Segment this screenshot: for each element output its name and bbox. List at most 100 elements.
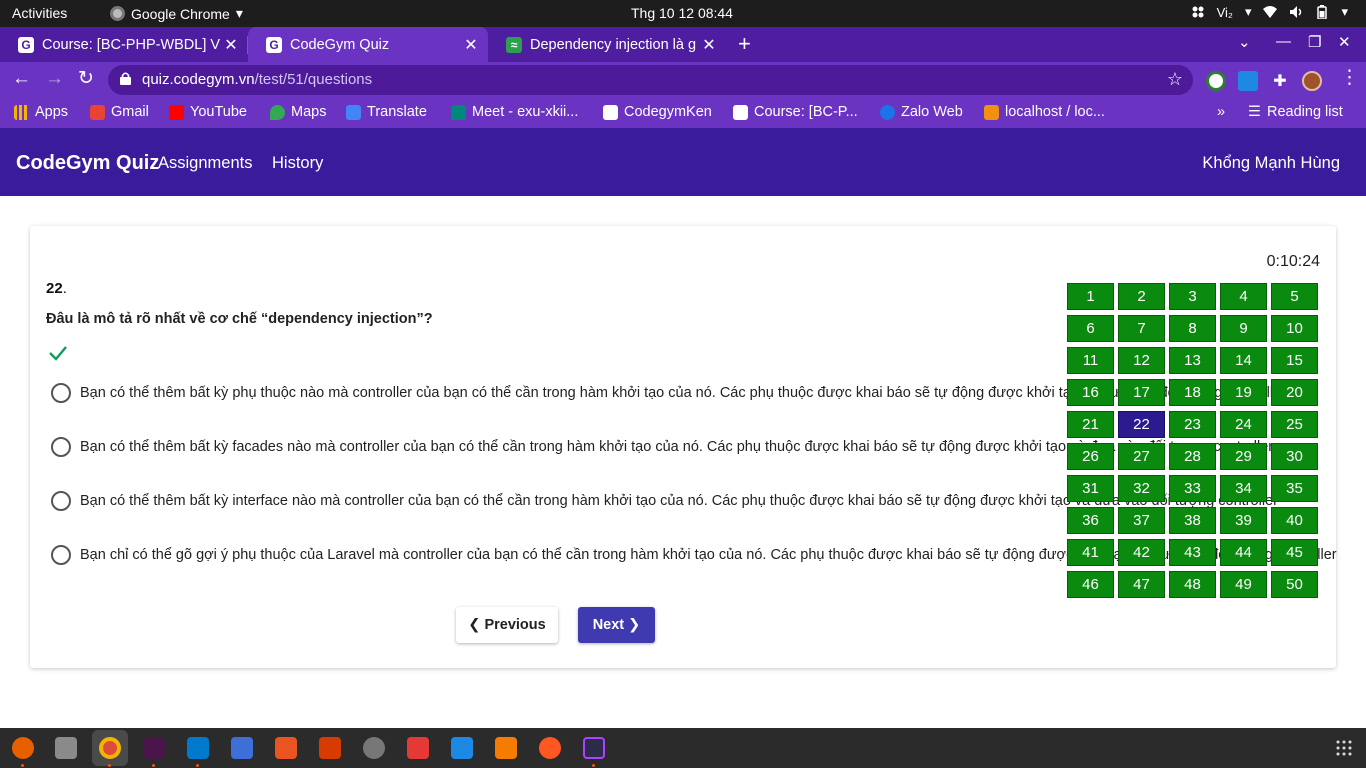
show-applications-icon[interactable] bbox=[1336, 740, 1352, 756]
question-nav-27[interactable]: 27 bbox=[1118, 443, 1165, 470]
question-nav-29[interactable]: 29 bbox=[1220, 443, 1267, 470]
question-nav-2[interactable]: 2 bbox=[1118, 283, 1165, 310]
new-tab-button[interactable]: + bbox=[738, 31, 751, 57]
office-icon[interactable] bbox=[319, 737, 341, 759]
firefox-icon[interactable] bbox=[12, 737, 34, 759]
slack-tray-icon[interactable] bbox=[1191, 5, 1205, 19]
close-tab-icon[interactable]: ✕ bbox=[698, 35, 720, 55]
bookmark-meet[interactable]: Meet - exu-xkii... bbox=[451, 104, 578, 120]
question-nav-11[interactable]: 11 bbox=[1067, 347, 1114, 374]
settings-icon[interactable] bbox=[363, 737, 385, 759]
question-nav-19[interactable]: 19 bbox=[1220, 379, 1267, 406]
battery-icon[interactable] bbox=[1315, 5, 1329, 19]
question-nav-4[interactable]: 4 bbox=[1220, 283, 1267, 310]
radio-button[interactable] bbox=[51, 491, 71, 511]
browser-tab-dependency-injection[interactable]: ≈ Dependency injection là g ✕ bbox=[488, 27, 726, 62]
close-tab-icon[interactable]: ✕ bbox=[220, 35, 242, 55]
question-nav-33[interactable]: 33 bbox=[1169, 475, 1216, 502]
close-tab-icon[interactable]: ✕ bbox=[460, 35, 482, 55]
reading-list-button[interactable]: ☰ Reading list bbox=[1248, 104, 1343, 120]
vscode-icon[interactable] bbox=[187, 737, 209, 759]
browser-tab-course[interactable]: G Course: [BC-PHP-WBDL] V ✕ bbox=[0, 27, 248, 62]
question-nav-50[interactable]: 50 bbox=[1271, 571, 1318, 598]
question-nav-49[interactable]: 49 bbox=[1220, 571, 1267, 598]
maximize-icon[interactable]: ❐ bbox=[1308, 33, 1321, 51]
question-nav-6[interactable]: 6 bbox=[1067, 315, 1114, 342]
extensions-puzzle-icon[interactable]: ✚ bbox=[1270, 71, 1290, 91]
question-nav-5[interactable]: 5 bbox=[1271, 283, 1318, 310]
previous-button[interactable]: ❮ Previous bbox=[456, 607, 558, 643]
address-bar[interactable]: quiz.codegym.vn/test/51/questions ☆ bbox=[108, 65, 1193, 95]
radio-button[interactable] bbox=[51, 437, 71, 457]
question-nav-13[interactable]: 13 bbox=[1169, 347, 1216, 374]
question-nav-12[interactable]: 12 bbox=[1118, 347, 1165, 374]
power-menu-icon[interactable]: ▾ bbox=[1341, 4, 1348, 20]
radio-button[interactable] bbox=[51, 383, 71, 403]
question-nav-3[interactable]: 3 bbox=[1169, 283, 1216, 310]
bookmark-youtube[interactable]: YouTube bbox=[169, 104, 247, 120]
user-name[interactable]: Khổng Mạnh Hùng bbox=[1202, 154, 1340, 173]
question-nav-38[interactable]: 38 bbox=[1169, 507, 1216, 534]
question-nav-25[interactable]: 25 bbox=[1271, 411, 1318, 438]
next-button[interactable]: Next ❯ bbox=[578, 607, 655, 643]
question-nav-42[interactable]: 42 bbox=[1118, 539, 1165, 566]
volume-icon[interactable] bbox=[1289, 5, 1303, 19]
git-icon[interactable] bbox=[495, 737, 517, 759]
document-icon[interactable] bbox=[451, 737, 473, 759]
browser-tab-codegym-quiz[interactable]: G CodeGym Quiz ✕ bbox=[248, 27, 488, 62]
bookmark-translate[interactable]: Translate bbox=[346, 104, 427, 120]
bookmark-gmail[interactable]: Gmail bbox=[90, 104, 149, 120]
back-arrow-icon[interactable]: ← bbox=[12, 69, 31, 89]
bookmark-zalo[interactable]: Zalo Web bbox=[880, 104, 963, 120]
bookmark-apps[interactable]: Apps bbox=[14, 104, 68, 120]
question-nav-9[interactable]: 9 bbox=[1220, 315, 1267, 342]
files-icon[interactable] bbox=[55, 737, 77, 759]
question-nav-10[interactable]: 10 bbox=[1271, 315, 1318, 342]
more-bookmarks-button[interactable]: » bbox=[1217, 104, 1225, 120]
reload-icon[interactable]: ↻ bbox=[78, 69, 94, 89]
phpstorm-icon[interactable] bbox=[583, 737, 605, 759]
input-method-indicator[interactable]: Vi₂ bbox=[1217, 5, 1233, 20]
question-nav-46[interactable]: 46 bbox=[1067, 571, 1114, 598]
question-nav-8[interactable]: 8 bbox=[1169, 315, 1216, 342]
question-nav-15[interactable]: 15 bbox=[1271, 347, 1318, 374]
question-nav-20[interactable]: 20 bbox=[1271, 379, 1318, 406]
question-nav-32[interactable]: 32 bbox=[1118, 475, 1165, 502]
bookmark-star-icon[interactable]: ☆ bbox=[1167, 69, 1183, 90]
extension-grammar-icon[interactable] bbox=[1206, 71, 1226, 91]
activities-button[interactable]: Activities bbox=[12, 5, 67, 21]
nav-history[interactable]: History bbox=[272, 154, 323, 173]
question-nav-34[interactable]: 34 bbox=[1220, 475, 1267, 502]
brand-logo[interactable]: CodeGym Quiz bbox=[16, 152, 159, 175]
question-nav-7[interactable]: 7 bbox=[1118, 315, 1165, 342]
tab-search-icon[interactable]: ⌄ bbox=[1238, 33, 1251, 51]
question-nav-37[interactable]: 37 bbox=[1118, 507, 1165, 534]
clock[interactable]: Thg 10 12 08:44 bbox=[631, 5, 733, 21]
wifi-icon[interactable] bbox=[1263, 5, 1278, 19]
question-nav-22[interactable]: 22 bbox=[1118, 411, 1165, 438]
question-nav-36[interactable]: 36 bbox=[1067, 507, 1114, 534]
question-nav-35[interactable]: 35 bbox=[1271, 475, 1318, 502]
question-nav-21[interactable]: 21 bbox=[1067, 411, 1114, 438]
bookmark-localhost[interactable]: localhost / loc... bbox=[984, 104, 1105, 120]
chrome-menu-icon[interactable]: ⋮ bbox=[1340, 68, 1359, 88]
question-nav-28[interactable]: 28 bbox=[1169, 443, 1216, 470]
question-nav-31[interactable]: 31 bbox=[1067, 475, 1114, 502]
question-nav-24[interactable]: 24 bbox=[1220, 411, 1267, 438]
system-tray[interactable]: Vi₂ ▾ ▾ bbox=[1191, 4, 1348, 20]
lock-icon[interactable] bbox=[120, 72, 131, 85]
xmind-icon[interactable] bbox=[407, 737, 429, 759]
question-nav-26[interactable]: 26 bbox=[1067, 443, 1114, 470]
question-nav-47[interactable]: 47 bbox=[1118, 571, 1165, 598]
slack-icon[interactable] bbox=[143, 737, 165, 759]
extension-fi-icon[interactable] bbox=[1238, 71, 1258, 91]
question-nav-23[interactable]: 23 bbox=[1169, 411, 1216, 438]
question-nav-1[interactable]: 1 bbox=[1067, 283, 1114, 310]
question-nav-44[interactable]: 44 bbox=[1220, 539, 1267, 566]
profile-avatar[interactable] bbox=[1302, 71, 1322, 91]
question-nav-17[interactable]: 17 bbox=[1118, 379, 1165, 406]
forward-arrow-icon[interactable]: → bbox=[45, 69, 64, 89]
bookmark-codegymken[interactable]: CodegymKen bbox=[603, 104, 712, 120]
postman-icon[interactable] bbox=[539, 737, 561, 759]
question-nav-45[interactable]: 45 bbox=[1271, 539, 1318, 566]
